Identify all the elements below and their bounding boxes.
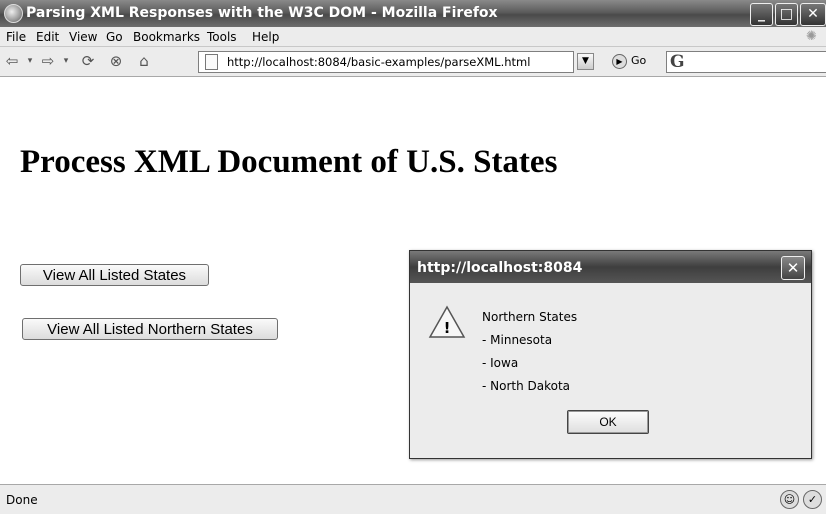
menu-bookmarks[interactable]: Bookmarks	[133, 30, 200, 44]
navigation-toolbar: ⇦ ▾ ⇨ ▾ ⟳ ⊗ ⌂ http://localhost:8084/basi…	[0, 47, 826, 77]
alert-dialog: http://localhost:8084 ✕ ! Northern State…	[409, 250, 812, 459]
dialog-close-button[interactable]: ✕	[781, 256, 805, 280]
dialog-titlebar: http://localhost:8084 ✕	[410, 251, 811, 283]
svg-text:!: !	[444, 319, 451, 337]
search-box[interactable]: G	[666, 51, 826, 73]
page-icon	[205, 54, 218, 70]
page-heading: Process XML Document of U.S. States	[20, 144, 558, 180]
dialog-title: http://localhost:8084	[417, 260, 583, 276]
dialog-message: Northern States - Minnesota - Iowa - Nor…	[482, 306, 577, 398]
warning-icon: !	[428, 305, 466, 338]
forward-dropdown-icon[interactable]: ▾	[58, 53, 74, 69]
security-check-icon[interactable]: ✓	[803, 490, 822, 509]
status-text: Done	[6, 493, 38, 507]
firefox-logo-icon	[4, 4, 23, 23]
throbber-icon: ✺	[806, 29, 817, 44]
address-text[interactable]: http://localhost:8084/basic-examples/par…	[227, 55, 530, 69]
go-icon[interactable]: ▶	[612, 54, 627, 69]
message-line: - Minnesota	[482, 333, 553, 347]
message-line: - North Dakota	[482, 379, 571, 393]
google-logo-icon[interactable]: G	[670, 52, 685, 72]
message-line: Northern States	[482, 310, 578, 324]
forward-icon[interactable]: ⇨	[40, 53, 56, 69]
back-dropdown-icon[interactable]: ▾	[22, 53, 38, 69]
maximize-button[interactable]: □	[775, 3, 798, 26]
window-titlebar: Parsing XML Responses with the W3C DOM -…	[0, 0, 826, 27]
menu-bar: File Edit View Go Bookmarks Tools Help ✺	[0, 27, 826, 47]
status-bar: Done ☺ ✓	[0, 484, 826, 514]
back-icon[interactable]: ⇦	[4, 53, 20, 69]
extension-icon[interactable]: ☺	[780, 490, 799, 509]
minimize-button[interactable]: _	[750, 3, 773, 26]
window-title: Parsing XML Responses with the W3C DOM -…	[26, 5, 498, 21]
go-label[interactable]: Go	[631, 54, 646, 67]
home-icon[interactable]: ⌂	[136, 53, 152, 69]
menu-edit[interactable]: Edit	[36, 30, 59, 44]
message-line: - Iowa	[482, 356, 519, 370]
close-window-button[interactable]: ✕	[800, 3, 826, 26]
menu-view[interactable]: View	[69, 30, 97, 44]
view-northern-states-button[interactable]: View All Listed Northern States	[22, 318, 278, 340]
address-dropdown-icon[interactable]: ▼	[577, 53, 594, 70]
reload-icon[interactable]: ⟳	[80, 53, 96, 69]
menu-go[interactable]: Go	[106, 30, 123, 44]
menu-tools[interactable]: Tools	[207, 30, 237, 44]
view-all-states-button[interactable]: View All Listed States	[20, 264, 209, 286]
address-bar[interactable]: http://localhost:8084/basic-examples/par…	[198, 51, 574, 73]
menu-help[interactable]: Help	[252, 30, 279, 44]
menu-file[interactable]: File	[6, 30, 26, 44]
stop-icon[interactable]: ⊗	[108, 53, 124, 69]
ok-button[interactable]: OK	[567, 410, 649, 434]
